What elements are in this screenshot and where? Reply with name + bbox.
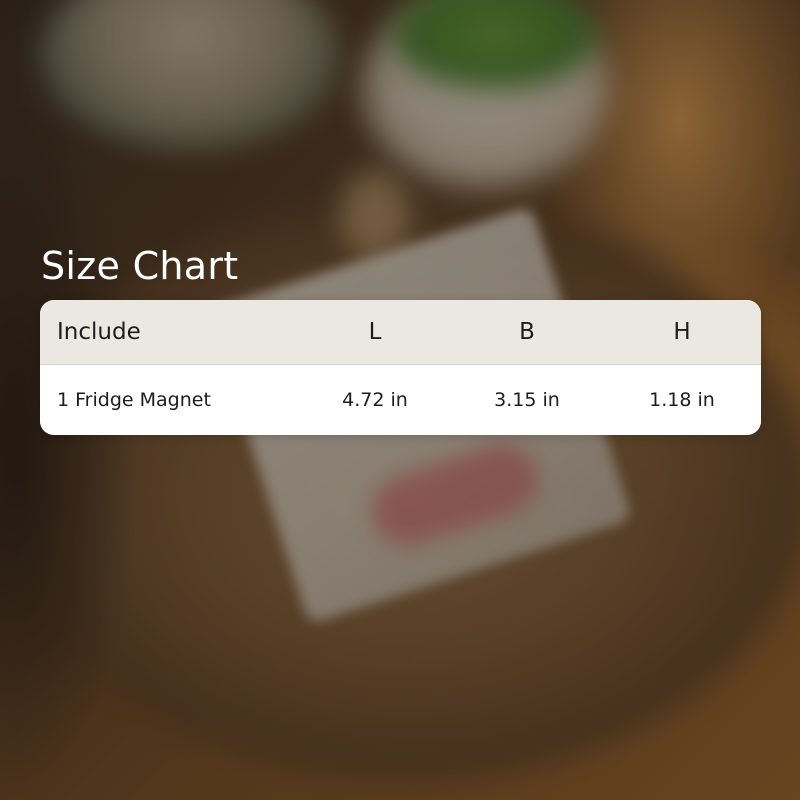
cell-length: 4.72 in: [342, 389, 408, 411]
header-height: H: [673, 319, 691, 345]
header-length: L: [368, 319, 382, 345]
header-breadth: B: [519, 319, 535, 345]
cell-height: 1.18 in: [649, 389, 715, 411]
size-chart-title: Size Chart: [41, 244, 239, 288]
table-header-row: Include L B H: [40, 300, 761, 365]
header-include: Include: [57, 319, 141, 345]
table-row: 1 Fridge Magnet 4.72 in 3.15 in 1.18 in: [40, 365, 761, 435]
cell-breadth: 3.15 in: [494, 389, 560, 411]
cell-include: 1 Fridge Magnet: [57, 389, 211, 411]
size-table: Include L B H 1 Fridge Magnet 4.72 in 3.…: [40, 300, 761, 435]
